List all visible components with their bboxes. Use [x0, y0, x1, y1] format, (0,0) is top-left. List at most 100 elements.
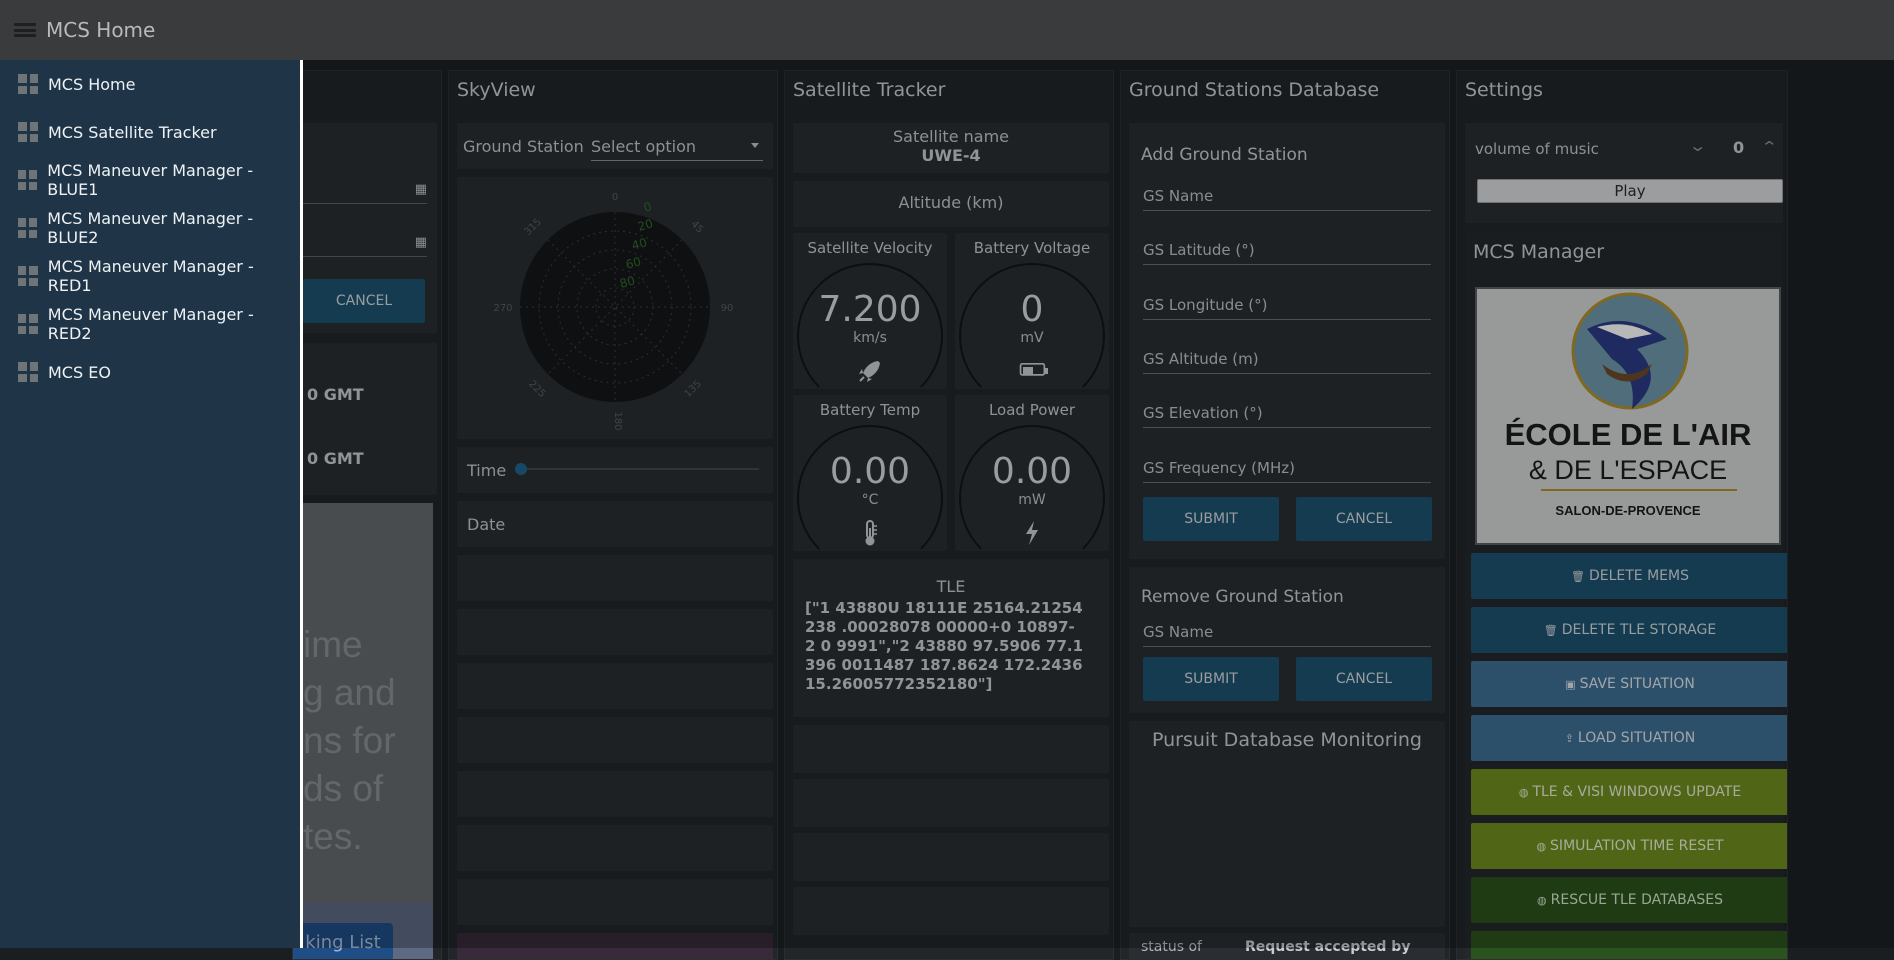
status-label: status of	[1141, 939, 1202, 955]
gmt-time-2: 0 GMT	[307, 449, 364, 468]
save-icon: ▣	[1565, 677, 1576, 691]
tracker-title: Satellite Tracker	[793, 79, 946, 101]
azimuth-label: 45	[688, 219, 705, 236]
empty-row	[457, 771, 773, 817]
calendar-icon[interactable]: ▦	[415, 235, 427, 250]
dashboard-icon	[18, 218, 38, 238]
nav-item-maneuver-blue2[interactable]: MCS Maneuver Manager - BLUE2	[0, 204, 300, 252]
nav-item-maneuver-red2[interactable]: MCS Maneuver Manager - RED2	[0, 300, 300, 348]
satellite-name-card: Satellite name UWE-4	[793, 123, 1109, 173]
gauge-unit: °C	[861, 492, 879, 508]
velocity-gauge: Satellite Velocity 7.200 km/s	[793, 233, 947, 409]
ground-stations-panel: Ground Stations Database Add Ground Stat…	[1120, 70, 1450, 960]
cancel-button[interactable]: CANCEL	[1296, 497, 1432, 541]
gs-frequency-field[interactable]: GS Frequency (MHz)	[1143, 455, 1431, 483]
nav-item-satellite-tracker[interactable]: MCS Satellite Tracker	[0, 108, 300, 156]
nav-item-maneuver-blue1[interactable]: MCS Maneuver Manager - BLUE1	[0, 156, 300, 204]
settings-title: Settings	[1465, 79, 1543, 101]
delete-tle-storage-button[interactable]: 🗑 DELETE TLE STORAGE	[1471, 607, 1787, 653]
play-button[interactable]: Play	[1477, 179, 1783, 203]
status-value: Request accepted by	[1245, 939, 1411, 955]
globe-icon: ◍	[1536, 839, 1547, 853]
upload-icon: ⇪	[1564, 731, 1574, 745]
tle-card: TLE ["1 43880U 18111E 25164.21254238 .00…	[793, 559, 1109, 717]
nav-item-label: MCS Maneuver Manager - BLUE2	[47, 209, 254, 247]
dashboard-icon	[18, 362, 38, 382]
load-situation-button[interactable]: ⇪ LOAD SITUATION	[1471, 715, 1787, 761]
gmt-time-1: 0 GMT	[307, 385, 364, 404]
time-row: Time	[457, 447, 773, 493]
empty-row	[457, 933, 773, 959]
nav-item-label: MCS EO	[48, 362, 111, 382]
status-row: status of Request accepted by	[1129, 933, 1445, 959]
menu-icon[interactable]	[14, 23, 36, 37]
banner-line: ds of	[303, 768, 384, 809]
ground-station-label: Ground Station	[463, 137, 584, 156]
mcs-manager-title: MCS Manager	[1473, 241, 1605, 263]
remove-cancel-button[interactable]: CANCEL	[1296, 657, 1432, 701]
remove-submit-button[interactable]: SUBMIT	[1143, 657, 1279, 701]
nav-item-label: MCS Home	[48, 74, 136, 94]
nav-item-mcs-eo[interactable]: MCS EO	[0, 348, 300, 396]
battery-temp-gauge: Battery Temp 0.00 °C	[793, 395, 947, 571]
tle-visi-update-button[interactable]: ◍ TLE & VISI WINDOWS UPDATE	[1471, 769, 1787, 815]
nav-item-maneuver-red1[interactable]: MCS Maneuver Manager - RED1	[0, 252, 300, 300]
gs-longitude-field[interactable]: GS Longitude (°)	[1143, 292, 1431, 320]
satellite-name-value: UWE-4	[921, 146, 981, 165]
music-card: volume of music ⌄ 0 ⌃ Play	[1465, 123, 1783, 223]
skyview-polar-plot: 0 45 90 135 180 225 270 315 0 20 40 60 8…	[493, 192, 733, 431]
submit-button[interactable]: SUBMIT	[1143, 497, 1279, 541]
empty-row	[793, 887, 1109, 935]
simulation-time-reset-button[interactable]: ◍ SIMULATION TIME RESET	[1471, 823, 1787, 869]
gmt-card: 0 GMT 0 GMT	[293, 343, 437, 495]
calendar-icon[interactable]: ▦	[415, 182, 427, 197]
chevron-down-icon	[751, 143, 759, 148]
cancel-button[interactable]: CANCEL	[303, 279, 425, 323]
button-label: LOAD SITUATION	[1577, 730, 1696, 746]
left-form-card: ▦ ▦ CANCEL	[293, 123, 437, 333]
left-panel: ▦ ▦ CANCEL 0 GMT 0 GMT ime g and ns for …	[292, 70, 442, 960]
rescue-tle-databases-button[interactable]: ◍ RESCUE TLE DATABASES	[1471, 877, 1787, 923]
delete-mems-button[interactable]: 🗑 DELETE MEMS	[1471, 553, 1787, 599]
date-input-2[interactable]: ▦	[303, 231, 427, 257]
school-logo: ÉCOLE DE L'AIR & DE L'ESPACE SALON-DE-PR…	[1475, 287, 1781, 545]
add-gs-title: Add Ground Station	[1141, 145, 1308, 165]
trash-icon: 🗑	[1571, 569, 1585, 583]
banner-line: ime	[303, 624, 363, 665]
dashboard-icon	[18, 314, 38, 334]
azimuth-label: 0	[612, 192, 618, 203]
settings-panel: Settings volume of music ⌄ 0 ⌃ Play MCS …	[1456, 70, 1788, 960]
button-label: SAVE SITUATION	[1579, 676, 1695, 692]
time-slider-handle[interactable]	[515, 463, 527, 475]
gs-altitude-field[interactable]: GS Altitude (m)	[1143, 346, 1431, 374]
empty-row	[457, 825, 773, 871]
thermometer-icon	[865, 520, 877, 546]
date-input-1[interactable]: ▦	[303, 178, 427, 204]
rocket-icon	[859, 361, 880, 382]
empty-row	[457, 555, 773, 601]
time-slider-track[interactable]	[519, 468, 759, 470]
gs-name-field[interactable]: GS Name	[1143, 183, 1431, 211]
remove-gs-name-field[interactable]: GS Name	[1143, 619, 1431, 647]
button-label: SIMULATION TIME RESET	[1550, 838, 1724, 854]
button-label: RESCUE TLE DATABASES	[1550, 892, 1723, 908]
battery-icon	[1019, 362, 1048, 376]
tracking-list-button[interactable]: king List	[293, 923, 393, 959]
globe-icon: ◍	[1537, 893, 1547, 907]
gauge-value: 0.00	[829, 451, 911, 492]
gs-latitude-field[interactable]: GS Latitude (°)	[1143, 237, 1431, 265]
gauge-value: 7.200	[818, 289, 922, 330]
empty-row	[793, 779, 1109, 827]
nav-item-mcs-home[interactable]: MCS Home	[0, 60, 300, 108]
extra-action-button[interactable]	[1471, 931, 1787, 959]
globe-icon: ◍	[1518, 785, 1529, 799]
chevron-up-icon[interactable]: ⌃	[1760, 138, 1778, 156]
date-label: Date	[467, 515, 506, 534]
dashboard-icon	[18, 266, 38, 286]
save-situation-button[interactable]: ▣ SAVE SITUATION	[1471, 661, 1787, 707]
dashboard-icon	[18, 122, 38, 142]
remove-gs-title: Remove Ground Station	[1141, 587, 1344, 607]
chevron-down-icon[interactable]: ⌄	[1688, 136, 1707, 155]
ground-station-select[interactable]: Select option	[591, 135, 763, 161]
gs-elevation-field[interactable]: GS Elevation (°)	[1143, 400, 1431, 428]
